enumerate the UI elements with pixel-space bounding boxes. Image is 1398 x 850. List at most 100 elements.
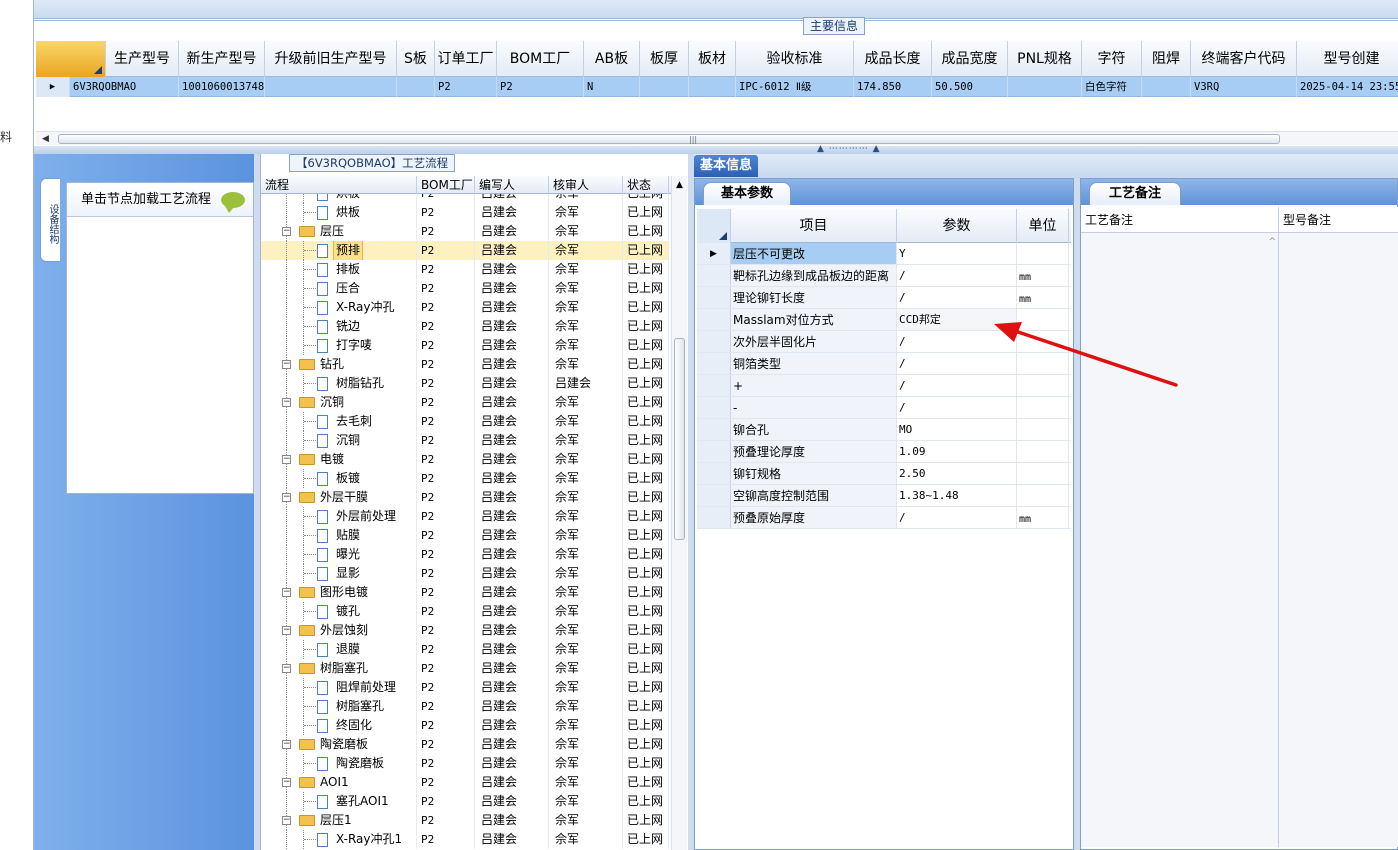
cell-7[interactable] bbox=[640, 77, 689, 97]
tree-row[interactable]: − 树脂塞孔 P2 吕建会 佘军 已上网 bbox=[261, 659, 669, 678]
tree-node[interactable]: − 层压 bbox=[261, 222, 417, 241]
model-remark-textarea[interactable] bbox=[1279, 233, 1398, 847]
row-indicator-icon[interactable]: ▶ bbox=[697, 243, 731, 264]
tree-node[interactable]: − 陶瓷磨板 bbox=[261, 735, 417, 754]
tree-node[interactable]: 预排 bbox=[261, 241, 417, 260]
tree-node[interactable]: 排板 bbox=[261, 260, 417, 279]
params-row[interactable]: 靶标孔边缘到成品板边的距离 / mm bbox=[697, 265, 1071, 287]
collapse-icon[interactable]: − bbox=[282, 626, 291, 635]
params-row[interactable]: 铆钉规格 2.50 bbox=[697, 463, 1071, 485]
tree-row[interactable]: − 图形电镀 P2 吕建会 佘军 已上网 bbox=[261, 583, 669, 602]
tree-node[interactable]: 树脂塞孔 bbox=[261, 697, 417, 716]
main-grid-hscrollbar[interactable]: ◀ ||| bbox=[36, 131, 1398, 145]
main-grid-row[interactable]: ▶ 6V3RQOBMAO 10010600137484 P2 P2 N IPC-6012 Ⅱ… bbox=[36, 77, 1398, 97]
tree-row[interactable]: − 层压1 P2 吕建会 佘军 已上网 bbox=[261, 811, 669, 830]
cell-12[interactable] bbox=[1008, 77, 1082, 97]
collapse-icon[interactable]: − bbox=[282, 664, 291, 673]
row-header[interactable] bbox=[697, 265, 731, 286]
tree-row[interactable]: 排板 P2 吕建会 佘军 已上网 bbox=[261, 260, 669, 279]
param-value-cell[interactable]: / bbox=[897, 507, 1017, 528]
param-value-cell[interactable]: MO bbox=[897, 419, 1017, 440]
tree-node[interactable]: − 电镀 bbox=[261, 450, 417, 469]
process-remark-column[interactable]: 工艺备注 ^ bbox=[1081, 207, 1279, 847]
tree-node[interactable]: 烘板 bbox=[261, 194, 417, 203]
collapse-icon[interactable]: − bbox=[282, 455, 291, 464]
tree-node[interactable]: 贴膜 bbox=[261, 526, 417, 545]
params-select-all-corner[interactable] bbox=[697, 209, 731, 243]
params-row[interactable]: Masslam对位方式 CCD邦定 bbox=[697, 309, 1071, 331]
param-value-cell[interactable]: 1.09 bbox=[897, 441, 1017, 462]
model-remark-column[interactable]: 型号备注 bbox=[1279, 207, 1398, 847]
tree-row[interactable]: 外层前处理 P2 吕建会 佘军 已上网 bbox=[261, 507, 669, 526]
tree-node[interactable]: − 沉铜 bbox=[261, 393, 417, 412]
param-value-cell[interactable]: Y bbox=[897, 243, 1017, 264]
params-row[interactable]: 空铆高度控制范围 1.38~1.48 bbox=[697, 485, 1071, 507]
tree-row[interactable]: − 外层蚀刻 P2 吕建会 佘军 已上网 bbox=[261, 621, 669, 640]
collapse-icon[interactable]: − bbox=[282, 360, 291, 369]
cell-14[interactable] bbox=[1142, 77, 1191, 97]
cell-5[interactable]: P2 bbox=[497, 77, 584, 97]
column-header-5[interactable]: BOM工厂 bbox=[497, 41, 584, 77]
column-header-16[interactable]: 型号创建 bbox=[1297, 41, 1398, 77]
tree-row[interactable]: 镀孔 P2 吕建会 佘军 已上网 bbox=[261, 602, 669, 621]
tab-process-remarks[interactable]: 工艺备注 bbox=[1089, 182, 1181, 205]
column-header-0[interactable]: 生产型号 bbox=[106, 41, 179, 77]
horizontal-splitter[interactable]: ▲ ⋯⋯⋯⋯ ▲ bbox=[34, 145, 1398, 154]
collapse-icon[interactable]: − bbox=[282, 493, 291, 502]
tree-node[interactable]: 陶瓷磨板 bbox=[261, 754, 417, 773]
tree-row[interactable]: − 钻孔 P2 吕建会 佘军 已上网 bbox=[261, 355, 669, 374]
tree-node[interactable]: − 外层干膜 bbox=[261, 488, 417, 507]
tree-row[interactable]: − 外层干膜 P2 吕建会 佘军 已上网 bbox=[261, 488, 669, 507]
select-all-corner[interactable] bbox=[36, 41, 106, 77]
tab-basic-info[interactable]: 基本信息 bbox=[694, 155, 758, 177]
tree-row[interactable]: 树脂钻孔 P2 吕建会 吕建会 已上网 bbox=[261, 374, 669, 393]
scroll-left-icon[interactable]: ◀ bbox=[42, 134, 49, 144]
tree-row[interactable]: − 沉铜 P2 吕建会 佘军 已上网 bbox=[261, 393, 669, 412]
tree-row[interactable]: 陶瓷磨板 P2 吕建会 佘军 已上网 bbox=[261, 754, 669, 773]
splitter-grip-icon[interactable]: ▲ ⋯⋯⋯⋯ ▲ bbox=[817, 145, 881, 154]
row-header[interactable] bbox=[697, 353, 731, 374]
tree-node[interactable]: − 层压1 bbox=[261, 811, 417, 830]
cell-1[interactable]: 10010600137484 bbox=[179, 77, 265, 97]
param-value-cell[interactable]: 1.38~1.48 bbox=[897, 485, 1017, 506]
tree-node[interactable]: X-Ray冲孔 bbox=[261, 298, 417, 317]
tree-column-header-2[interactable]: 编写人 bbox=[475, 176, 549, 194]
params-row[interactable]: 预叠理论厚度 1.09 bbox=[697, 441, 1071, 463]
tree-row[interactable]: − 电镀 P2 吕建会 佘军 已上网 bbox=[261, 450, 669, 469]
param-value-cell[interactable]: CCD邦定 bbox=[897, 309, 1017, 330]
tree-row[interactable]: 退膜 P2 吕建会 佘军 已上网 bbox=[261, 640, 669, 659]
process-remark-textarea[interactable] bbox=[1081, 233, 1278, 847]
tree-row[interactable]: − 陶瓷磨板 P2 吕建会 佘军 已上网 bbox=[261, 735, 669, 754]
cell-16[interactable]: 2025-04-14 23:55:2 bbox=[1297, 77, 1398, 97]
tree-row[interactable]: − AOI1 P2 吕建会 佘军 已上网 bbox=[261, 773, 669, 792]
row-header[interactable] bbox=[697, 419, 731, 440]
scroll-up-icon[interactable]: ^ bbox=[1268, 237, 1276, 247]
tree-row[interactable]: 铣边 P2 吕建会 佘军 已上网 bbox=[261, 317, 669, 336]
tree-node[interactable]: 塞孔AOI1 bbox=[261, 792, 417, 811]
tree-node[interactable]: 板镀 bbox=[261, 469, 417, 488]
row-header[interactable] bbox=[697, 463, 731, 484]
tree-row[interactable]: 烘板 P2吕建会佘军已上网 bbox=[261, 203, 669, 222]
tree-node[interactable]: 显影 bbox=[261, 564, 417, 583]
row-header[interactable] bbox=[697, 507, 731, 528]
tree-node[interactable]: 外层前处理 bbox=[261, 507, 417, 526]
tree-node[interactable]: 压合 bbox=[261, 279, 417, 298]
cell-4[interactable]: P2 bbox=[435, 77, 497, 97]
tree-row[interactable]: 显影 P2 吕建会 佘军 已上网 bbox=[261, 564, 669, 583]
row-header[interactable] bbox=[697, 331, 731, 352]
column-header-1[interactable]: 新生产型号 bbox=[179, 41, 265, 77]
tree-row[interactable]: 塞孔AOI1 P2 吕建会 佘军 已上网 bbox=[261, 792, 669, 811]
tab-device-structure[interactable]: 设备结构 bbox=[40, 178, 60, 262]
tree-row[interactable]: 预排 P2 吕建会 佘军 已上网 bbox=[261, 241, 669, 260]
params-column-header-2[interactable]: 单位 bbox=[1017, 209, 1069, 243]
params-row[interactable]: ▶ 层压不可更改 Y bbox=[697, 243, 1071, 265]
params-row[interactable]: 预叠原始厚度 / mm bbox=[697, 507, 1071, 529]
collapse-icon[interactable]: − bbox=[282, 778, 291, 787]
cell-3[interactable] bbox=[397, 77, 435, 97]
tree-row[interactable]: 阻焊前处理 P2 吕建会 佘军 已上网 bbox=[261, 678, 669, 697]
tree-node[interactable]: X-Ray冲孔1 bbox=[261, 830, 417, 849]
tree-row[interactable]: 曝光 P2 吕建会 佘军 已上网 bbox=[261, 545, 669, 564]
column-header-9[interactable]: 验收标准 bbox=[736, 41, 854, 77]
row-header[interactable] bbox=[697, 309, 731, 330]
row-header[interactable] bbox=[697, 485, 731, 506]
